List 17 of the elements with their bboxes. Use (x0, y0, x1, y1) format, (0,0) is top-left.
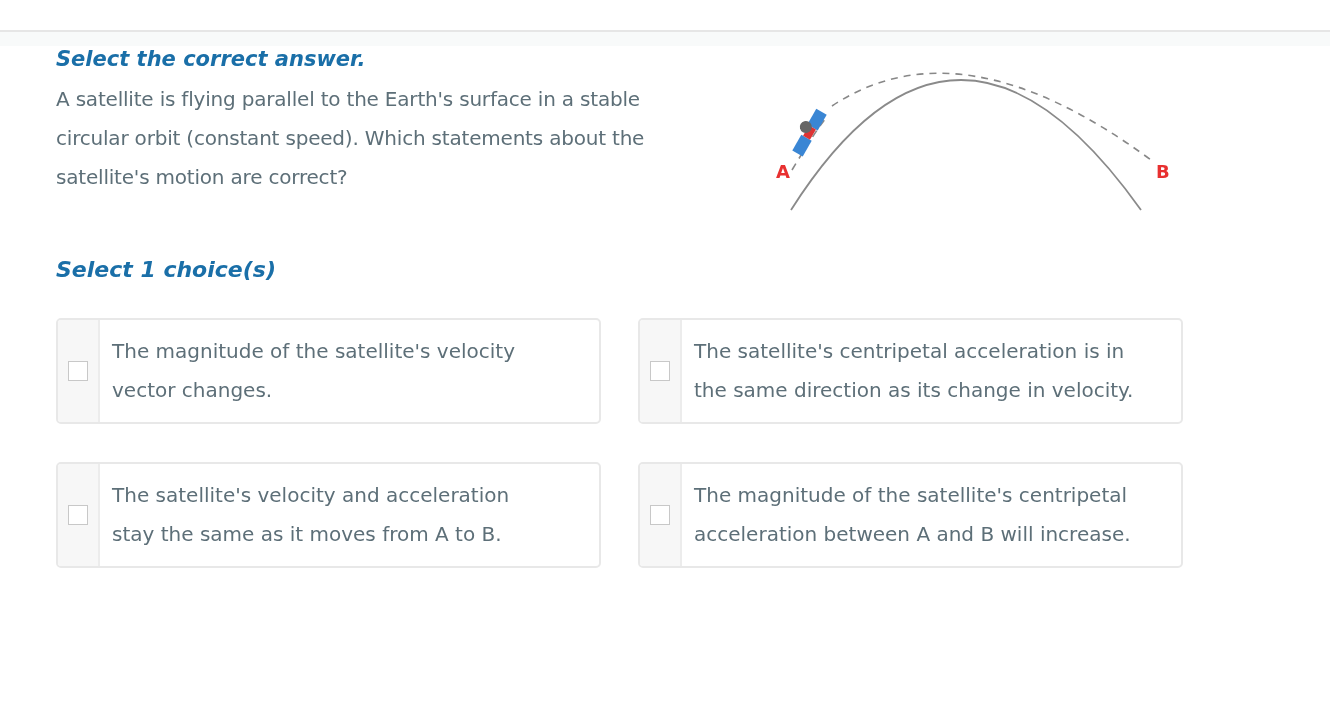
choice-text: The satellite's centripetal acceleration is in the same direction as its change in velocity. (693, 338, 1135, 404)
point-label: A (776, 161, 790, 182)
choice-text: The magnitude of the satellite's centripetal acceleration between A and B will increase. (693, 482, 1132, 548)
checkbox[interactable] (68, 361, 88, 381)
checkbox[interactable] (650, 361, 670, 381)
instruction-heading: Select the correct answer. (56, 46, 367, 72)
choice-text: The magnitude of the satellite's velocity vector changes. (111, 338, 516, 404)
question-text: A satellite is flying parallel to the Earth's surface in a stable circular orbit (constant speed). Which statements about the satellite's motion are correct? (56, 86, 646, 191)
checkbox[interactable] (68, 505, 88, 525)
answer-choice[interactable]: The magnitude of the satellite's centripetal acceleration between A and B will increase. (638, 462, 1183, 568)
choice-prompt: Select 1 choice(s) (56, 257, 277, 282)
answer-choice[interactable]: The magnitude of the satellite's velocity vector changes. (56, 318, 601, 424)
checkbox[interactable] (650, 505, 670, 525)
choice-text: The satellite's velocity and acceleration stay the same as it moves from A to B. (111, 482, 511, 548)
answer-choice[interactable]: The satellite's centripetal acceleration is in the same direction as its change in velocity. (638, 318, 1183, 424)
point-label: B (1156, 161, 1170, 182)
answer-choice[interactable]: The satellite's velocity and acceleration stay the same as it moves from A to B. (56, 462, 601, 568)
